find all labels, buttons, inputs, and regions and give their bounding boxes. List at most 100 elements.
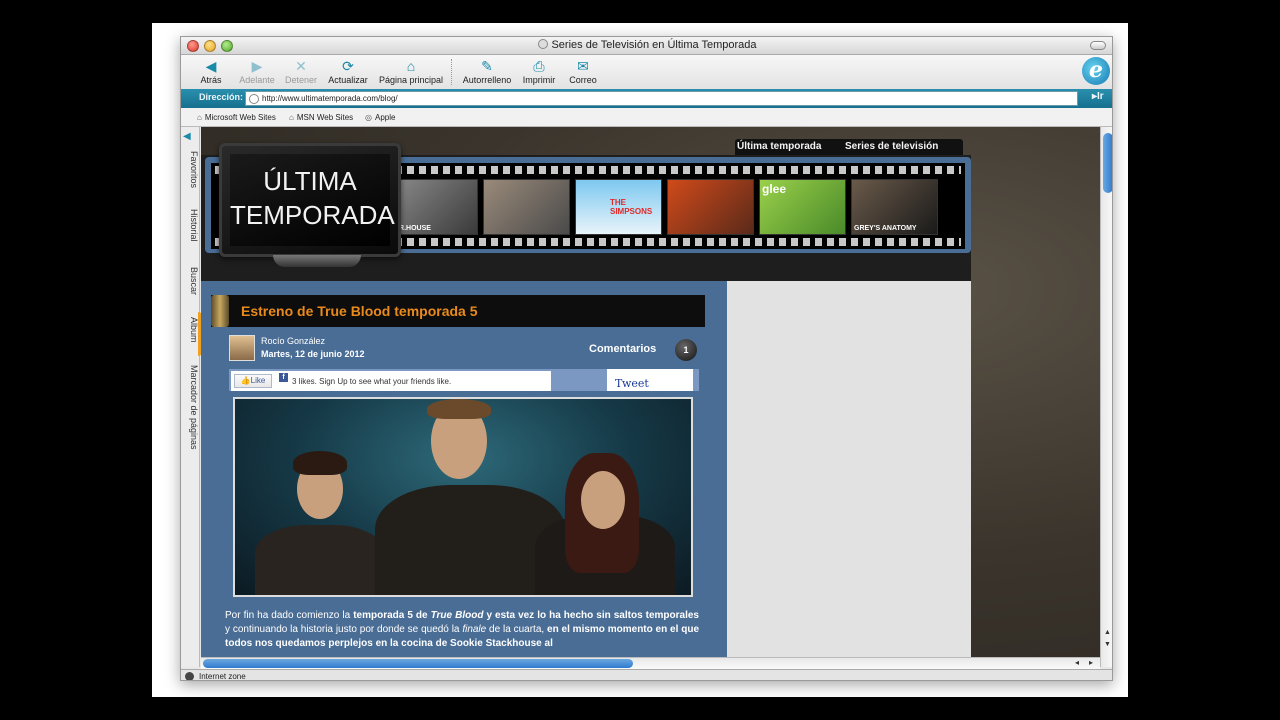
mail-button[interactable]: ✉ Correo [565, 57, 601, 85]
globe-icon: ◎ [365, 113, 372, 122]
post-title[interactable]: Estreno de True Blood temporada 5 [241, 303, 478, 319]
window-title: Series de Televisión en Última Temporada [181, 39, 1112, 51]
internet-zone-icon [185, 672, 194, 680]
post-text: y continuando la historia justo por dond… [225, 624, 463, 635]
back-button[interactable]: ◀ Atrás [193, 57, 229, 85]
go-label: Ir [1097, 91, 1104, 102]
tab-search[interactable]: Buscar [182, 267, 199, 295]
favorite-label: MSN Web Sites [296, 113, 354, 122]
globe-icon [538, 39, 549, 49]
facebook-like-box: 👍Like f 3 likes. Sign Up to see what you… [231, 371, 551, 391]
scroll-icon [211, 295, 229, 327]
comments-label[interactable]: Comentarios [589, 343, 656, 355]
post-author[interactable]: Rocío González [261, 336, 325, 346]
series-thumb-drama[interactable] [667, 179, 754, 235]
status-text: Internet zone [199, 672, 246, 681]
image-hair [293, 451, 347, 475]
nav-ultima-temporada[interactable]: Última temporada [737, 141, 821, 152]
address-input[interactable]: http://www.ultimatemporada.com/blog/ [245, 91, 1078, 106]
address-label: Dirección: [198, 92, 243, 102]
series-thumb-label: THE SIMPSONS [610, 198, 653, 216]
facebook-like-button[interactable]: 👍Like [234, 374, 272, 388]
tweet-button[interactable]: Tweet [607, 369, 693, 391]
refresh-label: Actualizar [328, 75, 368, 85]
logo-line-1: ÚLTIMA [263, 166, 357, 196]
post-image[interactable] [233, 397, 693, 597]
site-logo[interactable]: ÚLTIMA TEMPORADA [219, 143, 401, 257]
social-bar: 👍Like f 3 likes. Sign Up to see what you… [229, 369, 699, 391]
print-button[interactable]: ⎙ Imprimir [519, 57, 559, 85]
browser-window: Series de Televisión en Última Temporada… [180, 36, 1113, 681]
web-content: Última temporada Series de televisión DR… [201, 127, 1100, 667]
horizontal-scroll-thumb[interactable] [203, 659, 633, 668]
favorite-label: Apple [374, 113, 396, 122]
address-url: http://www.ultimatemporada.com/blog/ [262, 94, 398, 103]
print-label: Imprimir [522, 75, 556, 85]
post-text: Por fin ha dado comienzo la [225, 610, 354, 621]
author-avatar [229, 335, 255, 361]
series-thumb-label: GREY'S ANATOMY [854, 225, 917, 232]
page-globe-icon [249, 94, 259, 104]
forward-button[interactable]: ▶ Adelante [235, 57, 279, 85]
scroll-up-icon[interactable]: ▲ [1104, 629, 1111, 636]
facebook-icon: f [279, 373, 288, 382]
go-button[interactable]: ▸Ir [1092, 91, 1112, 106]
post-text-italic: finale [462, 624, 487, 635]
toolbar: ◀ Atrás ▶ Adelante ✕ Detener ⟳ Actualiza… [181, 55, 1112, 89]
toolbar-toggle-button[interactable] [1090, 41, 1106, 50]
scroll-down-icon[interactable]: ▼ [1104, 641, 1111, 648]
stop-label: Detener [284, 75, 318, 85]
toolbar-separator [451, 59, 452, 85]
post-text-bold: y esta vez lo ha hecho sin saltos tempor… [483, 610, 699, 621]
tab-album[interactable]: Álbum [182, 317, 199, 343]
nav-series-television[interactable]: Series de televisión [845, 141, 938, 152]
series-thumb-house[interactable]: DR.HOUSE [391, 179, 478, 235]
refresh-icon: ⟳ [342, 58, 354, 74]
series-thumb-cast[interactable] [483, 179, 570, 235]
scroll-left-icon[interactable]: ◂ [1075, 658, 1079, 667]
address-bar: Dirección: http://www.ultimatemporada.co… [181, 89, 1112, 108]
home-icon: ⌂ [406, 58, 416, 74]
print-icon: ⎙ [533, 58, 545, 74]
series-thumb-glee[interactable]: glee [759, 179, 846, 235]
thumbs-up-icon: 👍 [240, 376, 251, 385]
series-thumb-simpsons[interactable]: THE SIMPSONS [575, 179, 662, 235]
post-date: Martes, 12 de junio 2012 [261, 349, 365, 359]
favorite-microsoft[interactable]: ⌂ Microsoft Web Sites [197, 113, 276, 122]
post-text: de la cuarta, [486, 624, 548, 635]
sidebar-toggle-icon[interactable]: ◀ [183, 131, 191, 142]
folder-icon: ⌂ [197, 113, 202, 122]
image-hair [427, 399, 491, 419]
image-face [581, 471, 625, 529]
vertical-scrollbar[interactable]: ▲ ▼ [1100, 127, 1112, 667]
favorite-apple[interactable]: ◎ Apple [365, 113, 395, 122]
like-label: Like [250, 376, 266, 385]
horizontal-scrollbar[interactable]: ◂ ▸ [201, 657, 1100, 669]
logo-line-2: TEMPORADA [230, 200, 395, 230]
autofill-label: Autorrelleno [462, 75, 512, 85]
autofill-button[interactable]: ✎ Autorrelleno [459, 57, 515, 85]
tv-stand [273, 255, 361, 267]
home-button[interactable]: ⌂ Página principal [375, 57, 447, 85]
stop-button[interactable]: ✕ Detener [281, 57, 321, 85]
window-title-text: Series de Televisión en Última Temporada [551, 39, 757, 51]
refresh-button[interactable]: ⟳ Actualizar [325, 57, 371, 85]
back-label: Atrás [200, 75, 222, 85]
favorite-msn[interactable]: ⌂ MSN Web Sites [289, 113, 353, 122]
tv-screen: ÚLTIMA TEMPORADA [230, 154, 395, 246]
scroll-right-icon[interactable]: ▸ [1089, 658, 1093, 667]
tab-favorites[interactable]: Favoritos [182, 151, 199, 188]
forward-label: Adelante [239, 75, 275, 85]
vertical-scroll-thumb[interactable] [1103, 133, 1112, 193]
title-bar[interactable]: Series de Televisión en Última Temporada [181, 37, 1112, 55]
screen: Series de Televisión en Última Temporada… [0, 0, 1280, 720]
tab-history[interactable]: Historial [182, 209, 199, 242]
comments-count-badge[interactable]: 1 [675, 339, 697, 361]
favorites-bar: ⌂ Microsoft Web Sites ⌂ MSN Web Sites ◎ App… [181, 108, 1112, 127]
post-text-bold-italic: True Blood [430, 610, 484, 621]
tab-page-holder[interactable]: Marcador de páginas [182, 365, 199, 450]
sidebar-column [727, 281, 971, 667]
post-title-bar: Estreno de True Blood temporada 5 [211, 295, 705, 327]
tweet-label: Tweet [615, 377, 649, 390]
series-thumb-greys[interactable]: GREY'S ANATOMY [851, 179, 938, 235]
